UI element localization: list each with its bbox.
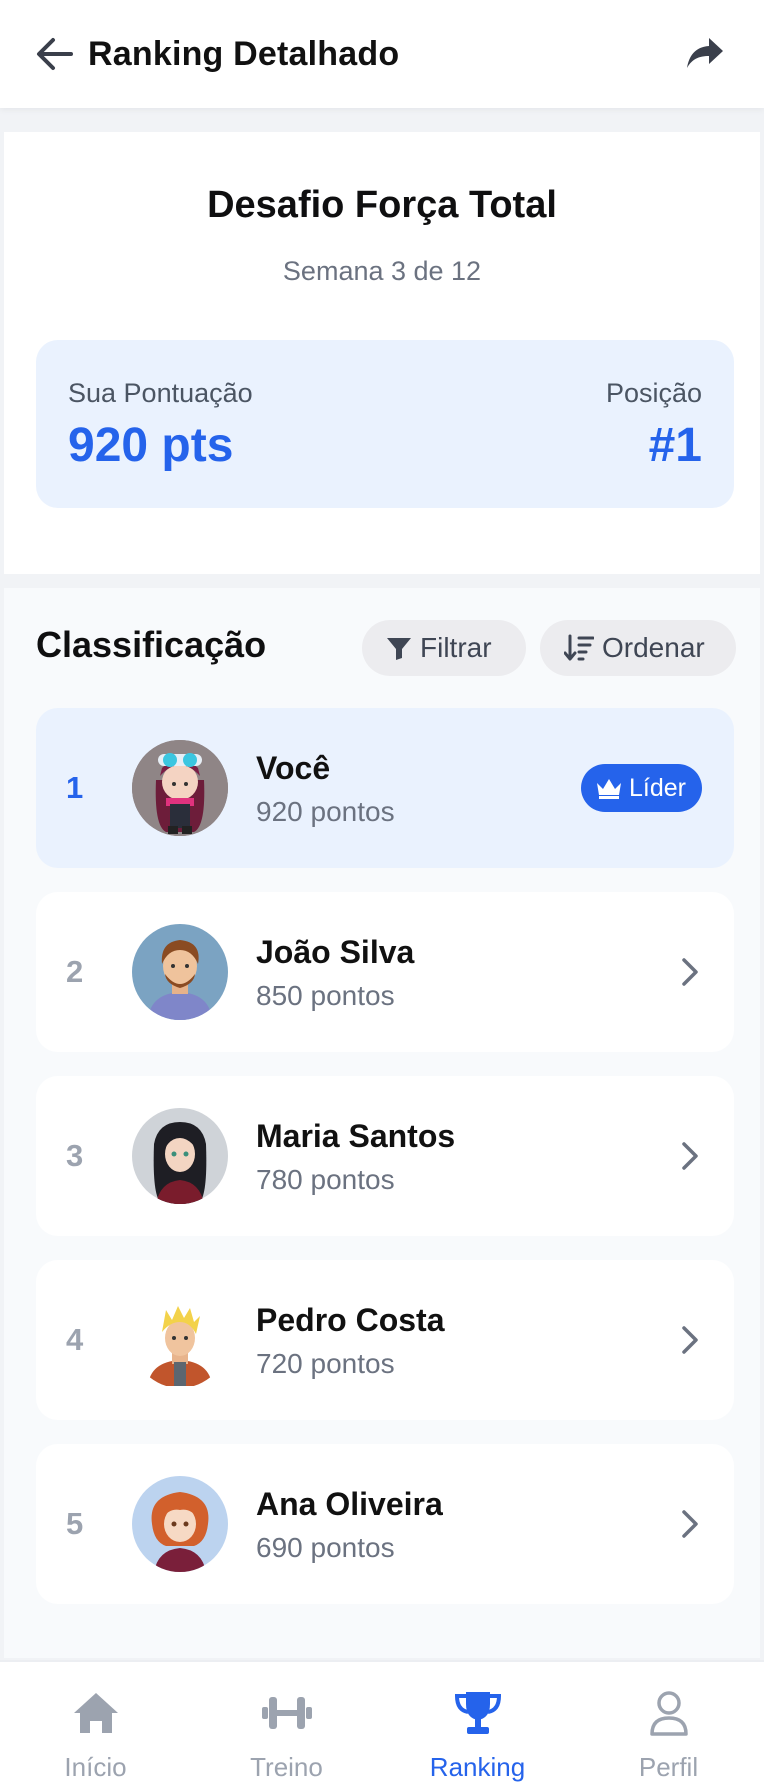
ranking-row[interactable]: 3 Maria Santos 780 pontos <box>36 1076 734 1236</box>
filter-icon <box>387 638 411 660</box>
rank-number: 5 <box>66 1506 84 1541</box>
ranking-row-current-user[interactable]: 1 Você 920 pontos Líder <box>36 708 734 868</box>
section-title: Classificação <box>36 624 267 665</box>
ranking-row[interactable]: 5 Ana Oliveira 690 pontos <box>36 1444 734 1604</box>
challenge-summary-card: Desafio Força Total Semana 3 de 12 Sua P… <box>4 132 760 574</box>
player-points: 850 pontos <box>256 980 395 1011</box>
ranking-row[interactable]: 4 Pedro Costa 720 pontos <box>36 1260 734 1420</box>
player-name: Ana Oliveira <box>256 1486 443 1522</box>
nav-label: Perfil <box>638 1752 699 1782</box>
player-points: 720 pontos <box>256 1348 395 1379</box>
position-value: #1 <box>648 419 702 472</box>
nav-item-workout[interactable]: Treino <box>191 1662 382 1792</box>
player-name: Você <box>256 750 331 786</box>
chevron-right-icon <box>682 1326 698 1354</box>
avatar <box>132 1476 228 1572</box>
sort-button[interactable]: Ordenar <box>540 620 736 676</box>
dumbbell-icon <box>260 1686 314 1740</box>
nav-item-profile[interactable]: Perfil <box>573 1662 764 1792</box>
player-points: 690 pontos <box>256 1532 395 1563</box>
crown-icon <box>597 779 622 799</box>
challenge-week: Semana 3 de 12 <box>282 256 482 286</box>
top-app-bar: Ranking Detalhado <box>0 0 764 108</box>
score-value: 920 pts <box>68 419 234 472</box>
rank-number: 2 <box>66 954 84 989</box>
avatar <box>132 924 228 1020</box>
page-title: Ranking Detalhado <box>88 34 400 73</box>
trophy-icon <box>451 1686 505 1740</box>
sort-label: Ordenar <box>602 632 705 663</box>
nav-label: Ranking <box>429 1752 526 1782</box>
nav-item-ranking[interactable]: Ranking <box>382 1662 573 1792</box>
back-button[interactable] <box>32 31 78 77</box>
player-name: Pedro Costa <box>256 1302 445 1338</box>
position-label: Posição <box>605 378 702 408</box>
avatar <box>132 1292 228 1388</box>
nav-item-home[interactable]: Início <box>0 1662 191 1792</box>
sort-icon <box>564 634 594 661</box>
score-label: Sua Pontuação <box>68 378 253 408</box>
chevron-right-icon <box>682 1510 698 1538</box>
challenge-title: Desafio Força Total <box>207 184 557 226</box>
arrow-left-icon <box>37 38 73 70</box>
bottom-navigation: Início Treino Ranking Perfil <box>0 1660 764 1792</box>
chevron-right-icon <box>682 1142 698 1170</box>
app-root: Ranking Detalhado Desafio Força Total Se… <box>0 0 764 1792</box>
leader-badge: Líder <box>581 764 702 812</box>
classification-section: Classificação Filtrar Ordenar 1 Você 920… <box>4 588 760 1658</box>
avatar <box>132 1108 228 1204</box>
leader-badge-label: Líder <box>629 773 686 802</box>
home-icon <box>69 1686 123 1740</box>
filter-button[interactable]: Filtrar <box>362 620 526 676</box>
avatar <box>132 740 228 836</box>
share-icon <box>687 38 723 68</box>
player-points: 780 pontos <box>256 1164 395 1195</box>
player-points: 920 pontos <box>256 796 395 827</box>
ranking-row[interactable]: 2 João Silva 850 pontos <box>36 892 734 1052</box>
rank-number: 1 <box>66 770 84 805</box>
player-name: João Silva <box>256 934 415 970</box>
nav-label: Início <box>64 1752 127 1782</box>
player-name: Maria Santos <box>256 1118 456 1154</box>
score-panel: Sua Pontuação 920 pts Posição #1 <box>36 340 734 508</box>
filter-label: Filtrar <box>420 632 492 663</box>
user-icon <box>642 1686 696 1740</box>
rank-number: 4 <box>66 1322 84 1357</box>
chevron-right-icon <box>682 958 698 986</box>
nav-label: Treino <box>250 1752 323 1782</box>
rank-number: 3 <box>66 1138 84 1173</box>
share-button[interactable] <box>680 29 730 79</box>
